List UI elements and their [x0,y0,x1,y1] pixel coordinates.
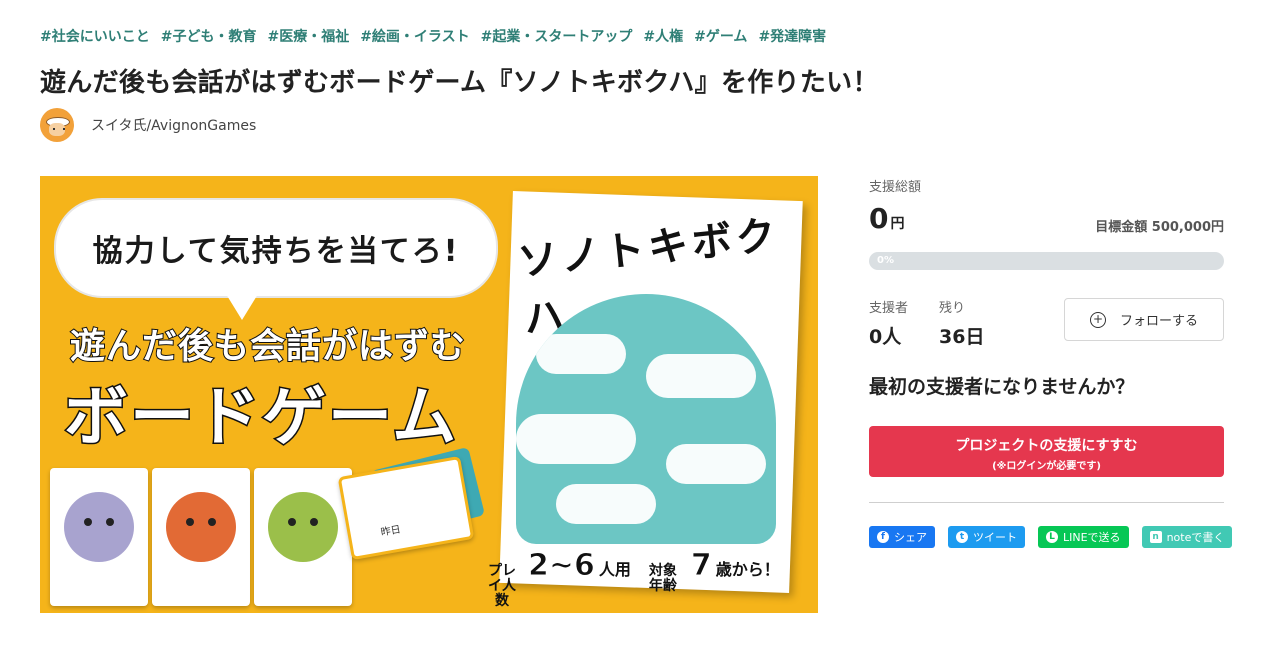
twitter-share-button[interactable]: t ツイート [948,526,1025,548]
age-value: 7 [690,548,712,584]
remaining-stat: 残り 36日 [939,297,984,349]
answer-card: 昨日 [337,455,475,561]
tag-list: #社会にいいこと #子ども・教育 #医療・福祉 #絵画・イラスト #起業・スター… [40,26,837,46]
share-label: noteで書く [1166,531,1225,544]
box-artwork [516,294,776,544]
player-info: プレイ人数 2~6 人用 対象年齢 7 歳から！ [482,548,780,609]
players-unit: 人用 [598,560,631,579]
tag-link[interactable]: #人権 [643,26,683,46]
progress-bar: 0% [869,252,1224,270]
share-label: LINEで送る [1063,531,1121,544]
follow-label: フォローする [1119,314,1198,329]
share-label: ツイート [973,531,1017,544]
remaining-value: 36日 [939,326,985,348]
first-backer-prompt: 最初の支援者になりませんか？ [869,376,1135,398]
raised-amount: 0円 [869,202,904,235]
share-label: シェア [894,531,927,544]
support-button[interactable]: プロジェクトの支援にすすむ (※ログインが必要です) [869,426,1224,477]
facebook-icon: f [877,531,889,543]
page-title: 遊んだ後も会話がはずむボードゲーム『ソノトキボクハ』を作りたい！ [40,68,879,98]
age-unit: 歳から！ [715,560,780,579]
bubble-text: 協力して気持ちを当てろ! [92,234,460,269]
line-share-button[interactable]: L LINEで送る [1038,526,1129,548]
tag-link[interactable]: #社会にいいこと [40,26,150,46]
raised-label: 支援総額 [869,180,922,195]
hero-headline: ボードゲーム [62,380,459,457]
twitter-icon: t [956,531,968,543]
project-owner: スイタ氏/AvignonGames [40,108,256,142]
remaining-label: 残り [939,301,966,316]
divider [869,502,1224,503]
note-icon: n [1149,531,1162,543]
speech-bubble: 協力して気持ちを当てろ! [54,198,498,320]
character-card-orange [152,468,250,606]
facebook-share-button[interactable]: f シェア [869,526,935,548]
share-buttons: f シェア t ツイート L LINEで送る n noteで書く [869,526,1245,548]
tag-link[interactable]: #ゲーム [694,26,747,46]
raised-value: 0 [869,202,889,235]
backers-value: 0人 [869,326,902,348]
plus-circle-icon: + [1089,311,1106,328]
tag-link[interactable]: #医療・福祉 [267,26,349,46]
funding-panel: 支援総額 0円 目標金額 500,000円 0% 支援者 0人 残り 36日 +… [869,176,1233,548]
age-label: 対象年齢 [648,563,677,594]
character-card-green [254,468,352,606]
tag-link[interactable]: #発達障害 [758,26,826,46]
backers-label: 支援者 [869,301,909,316]
follow-button[interactable]: + フォローする [1064,298,1224,341]
goal-amount: 目標金額 500,000円 [1095,220,1224,235]
character-card-purple [50,468,148,606]
backers-stat: 支援者 0人 [869,297,908,349]
raised-unit: 円 [890,216,905,232]
support-button-note: (※ログインが必要です) [992,461,1101,472]
players-value: 2~6 [528,548,596,584]
tag-link[interactable]: #起業・スタートアップ [481,26,633,46]
card-label: 昨日 [380,524,402,539]
progress-text: 0% [877,255,894,266]
note-share-button[interactable]: n noteで書く [1141,526,1233,548]
tag-link[interactable]: #絵画・イラスト [360,26,469,46]
tag-link[interactable]: #子ども・教育 [161,26,257,46]
avatar[interactable] [40,108,74,142]
support-button-label: プロジェクトの支援にすすむ [955,438,1138,454]
hero-image: 協力して気持ちを当てろ! 遊んだ後も会話がはずむ ボードゲーム 昨日 ソノトキボ… [40,176,818,613]
hero-subtitle: 遊んだ後も会話がはずむ [69,326,467,368]
owner-name[interactable]: スイタ氏/AvignonGames [91,115,256,135]
players-label: プレイ人数 [488,563,516,609]
line-icon: L [1046,531,1058,543]
